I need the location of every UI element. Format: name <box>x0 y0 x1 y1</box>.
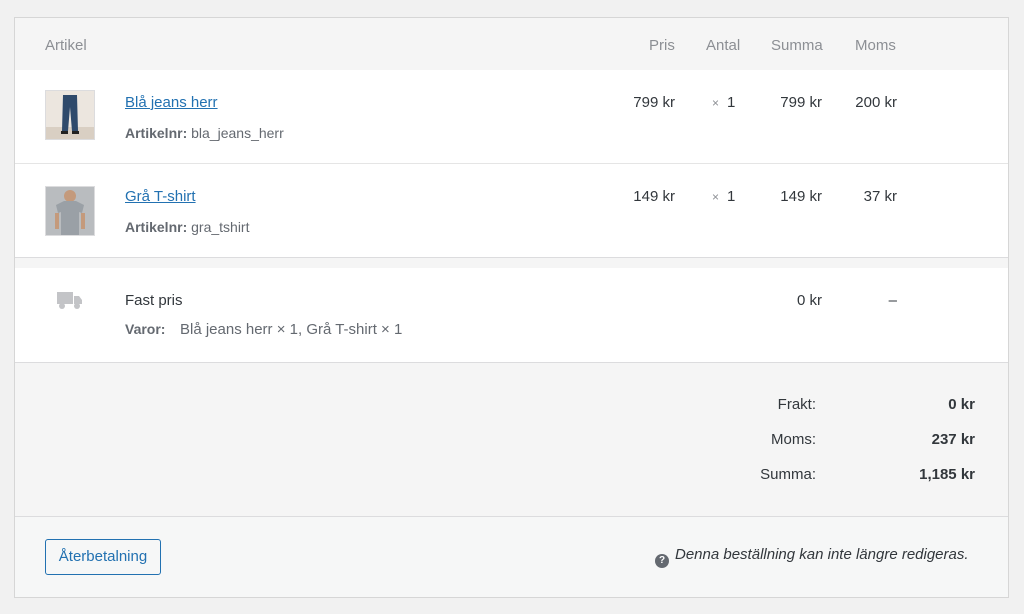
product-link[interactable]: Grå T-shirt <box>125 188 196 205</box>
line-item-row: Grå T-shirt Artikelnr: gra_tshirt 149 kr… <box>15 164 1008 257</box>
item-price: 149 kr <box>633 188 675 205</box>
qty-times-symbol: × <box>712 190 720 204</box>
column-header-total: Summa <box>771 37 823 54</box>
shipping-items-value: Blå jeans herr × 1, Grå T-shirt × 1 <box>180 321 403 338</box>
shipping-method: Fast pris <box>125 292 183 309</box>
truck-icon <box>57 290 83 315</box>
item-qty: 1 <box>727 94 736 111</box>
item-tax: 37 kr <box>863 188 897 205</box>
section-divider <box>15 257 1008 258</box>
column-header-item: Artikel <box>45 37 87 54</box>
shipping-total-label: Frakt: <box>777 396 816 413</box>
item-tax: 200 kr <box>855 94 897 111</box>
shipping-items-label: Varor: <box>125 321 166 337</box>
jeans-thumbnail[interactable] <box>45 90 95 140</box>
help-icon[interactable]: ? <box>655 554 669 568</box>
sku-value: gra_tshirt <box>191 219 250 235</box>
sku-value: bla_jeans_herr <box>191 125 284 141</box>
order-total-label: Summa: <box>760 466 816 483</box>
line-item-row: Blå jeans herr Artikelnr: bla_jeans_herr… <box>15 70 1008 164</box>
tax-total-label: Moms: <box>771 431 816 448</box>
refund-button[interactable]: Återbetalning <box>45 539 161 575</box>
shipping-row: Fast pris Varor: Blå jeans herr × 1, Grå… <box>15 268 1008 362</box>
item-total: 149 kr <box>780 188 822 205</box>
column-header-tax: Moms <box>855 37 896 54</box>
tshirt-thumbnail[interactable] <box>45 186 95 236</box>
item-total: 799 kr <box>780 94 822 111</box>
sku-label: Artikelnr: <box>125 219 188 235</box>
shipping-total-value: 0 kr <box>948 396 975 413</box>
sku-label: Artikelnr: <box>125 125 188 141</box>
order-total-value: 1,185 kr <box>919 466 975 483</box>
column-header-qty: Antal <box>706 37 741 54</box>
column-header-price: Pris <box>649 37 675 54</box>
shipping-tax: – <box>888 292 897 309</box>
not-editable-notice: Denna beställning kan inte längre redige… <box>675 546 969 563</box>
sku-meta: Artikelnr: bla_jeans_herr <box>125 125 284 141</box>
order-items-panel: Artikel Pris Antal Summa Moms Blå jeans … <box>14 17 1009 598</box>
tax-total-value: 237 kr <box>931 431 975 448</box>
qty-times-symbol: × <box>712 96 720 110</box>
sku-meta: Artikelnr: gra_tshirt <box>125 219 249 235</box>
product-link[interactable]: Blå jeans herr <box>125 94 218 111</box>
section-divider <box>15 362 1008 363</box>
item-price: 799 kr <box>633 94 675 111</box>
item-qty: 1 <box>727 188 736 205</box>
shipping-total: 0 kr <box>796 292 822 309</box>
